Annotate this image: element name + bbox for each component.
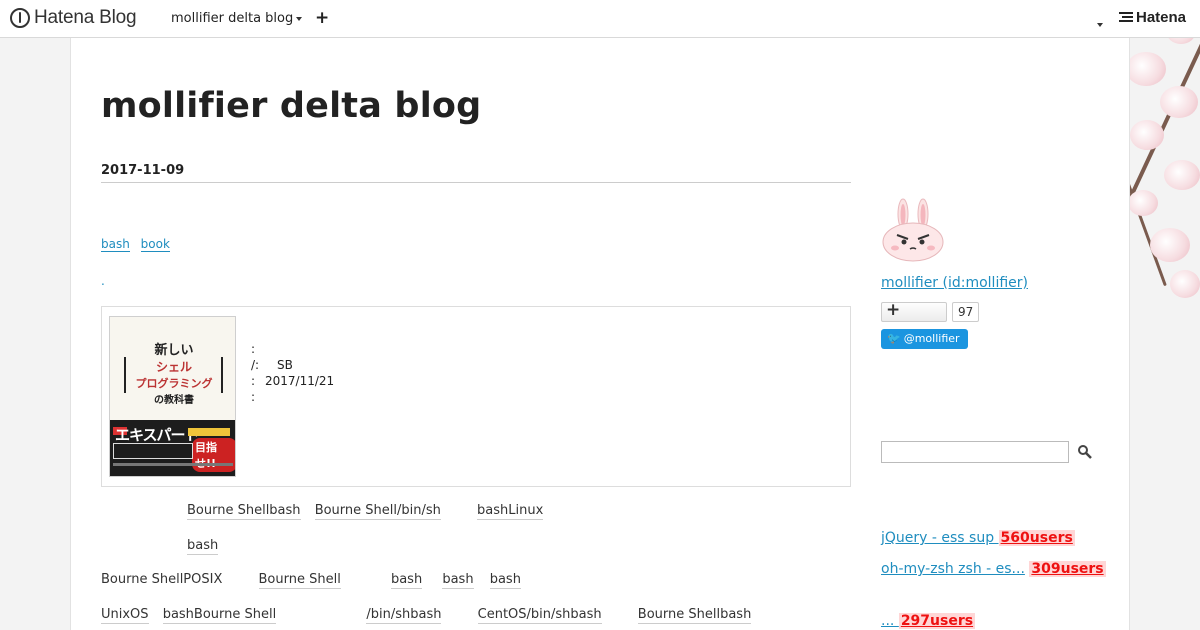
hot-entry-item: jQuery - ess sup 560users xyxy=(881,528,1171,549)
entry-categories: bash book xyxy=(101,237,177,252)
keyword-link[interactable]: bashBourne Shell xyxy=(162,607,277,624)
bookmark-users-count[interactable]: 560users xyxy=(998,530,1075,546)
hatena-blog-logo-icon xyxy=(10,8,30,28)
category-link-bash[interactable]: bash xyxy=(101,237,130,252)
new-post-button[interactable]: + xyxy=(315,8,329,28)
profile-name-link[interactable]: mollifier (id:mollifier) xyxy=(881,275,1028,291)
global-header: Hatena Blog mollifier delta blog + Haten… xyxy=(0,0,1200,38)
logo-text: Hatena Blog xyxy=(34,7,137,28)
search-icon[interactable] xyxy=(1077,444,1093,460)
keyword-link[interactable]: Bourne Shellbash xyxy=(187,503,301,520)
hot-entry-item: oh-my-zsh zsh - es... 309users xyxy=(881,559,1171,580)
keyword-link[interactable]: bash xyxy=(442,572,474,589)
chevron-down-icon xyxy=(296,16,303,21)
keyword-link[interactable]: UnixOS xyxy=(101,607,149,624)
entry-body-line: bash xyxy=(187,538,219,555)
bookmark-users-count[interactable]: 309users xyxy=(1029,561,1106,577)
avatar[interactable] xyxy=(881,198,945,262)
subscribe-button[interactable] xyxy=(881,300,947,322)
keyword-link[interactable]: Bourne Shell/bin/sh xyxy=(314,503,441,520)
hot-entry-link[interactable]: jQuery - ess sup xyxy=(881,530,999,546)
entry-body-line: Bourne Shellbash Bourne Shell/bin/sh bas… xyxy=(187,503,544,520)
chevron-down-icon xyxy=(1097,22,1103,27)
blog-container: mollifier delta blog 2017-11-09 bash boo… xyxy=(70,38,1130,630)
date-divider xyxy=(101,182,851,183)
keyword-link[interactable]: bashLinux xyxy=(477,503,544,520)
entry-body-line: Bourne ShellPOSIX Bourne Shell bash bash… xyxy=(101,572,521,589)
book-cover-title: 新しい シェル プログラミング の教科書 xyxy=(135,343,213,406)
subscribe-row: 97 xyxy=(881,300,980,322)
category-link-book[interactable]: book xyxy=(140,237,170,252)
hatena-blog-logo[interactable]: Hatena Blog xyxy=(10,7,137,29)
keyword-link[interactable]: Bourne Shell xyxy=(258,572,341,589)
entry-body-line: UnixOS bashBourne Shell /bin/shbash Cent… xyxy=(101,607,752,624)
subscriber-count: 97 xyxy=(952,302,980,322)
book-meta-row: : xyxy=(251,390,256,404)
entry-link[interactable]: . xyxy=(101,274,105,288)
twitter-follow-button[interactable]: 🐦 @mollifier xyxy=(881,329,968,349)
user-menu-button[interactable] xyxy=(1094,14,1103,33)
book-metadata: : /: SB :2017/11/21 : xyxy=(251,341,334,405)
keyword-link[interactable]: bash xyxy=(489,572,521,589)
blog-switcher[interactable]: mollifier delta blog xyxy=(171,11,303,26)
blog-switcher-label: mollifier delta blog xyxy=(171,11,294,26)
book-meta-row: /: SB xyxy=(251,358,293,372)
hatena-logo-text: Hatena xyxy=(1136,9,1187,26)
book-cover-image[interactable]: 新しい シェル プログラミング の教科書 エキスパート 目指せ!! xyxy=(109,316,236,477)
blog-title[interactable]: mollifier delta blog xyxy=(101,86,481,126)
keyword-link[interactable]: /bin/shbash xyxy=(366,607,442,624)
hot-entry-link[interactable]: oh-my-zsh zsh - es... xyxy=(881,561,1025,577)
book-meta-row: : xyxy=(251,342,256,356)
hot-entry-item: ... 297users xyxy=(881,611,1171,630)
hot-entry-link[interactable]: ... xyxy=(881,613,899,629)
keyword-link[interactable]: bash xyxy=(187,538,219,555)
body-text: Bourne ShellPOSIX xyxy=(101,572,223,587)
search-input[interactable] xyxy=(881,441,1069,463)
hatena-logo[interactable]: Hatena xyxy=(1119,9,1186,26)
twitter-bird-icon: 🐦 xyxy=(887,332,901,345)
hatena-menu-icon xyxy=(1119,11,1133,24)
entry-date[interactable]: 2017-11-09 xyxy=(101,163,184,178)
keyword-link[interactable]: CentOS/bin/shbash xyxy=(477,607,602,624)
keyword-link[interactable]: Bourne Shellbash xyxy=(637,607,752,624)
bookmark-users-count[interactable]: 297users xyxy=(898,613,976,629)
twitter-label: @mollifier xyxy=(903,332,960,345)
keyword-link[interactable]: bash xyxy=(390,572,423,589)
book-embed: 新しい シェル プログラミング の教科書 エキスパート 目指せ!! : /:SB… xyxy=(101,306,851,487)
book-meta-row: :2017/11/21 xyxy=(251,374,335,388)
